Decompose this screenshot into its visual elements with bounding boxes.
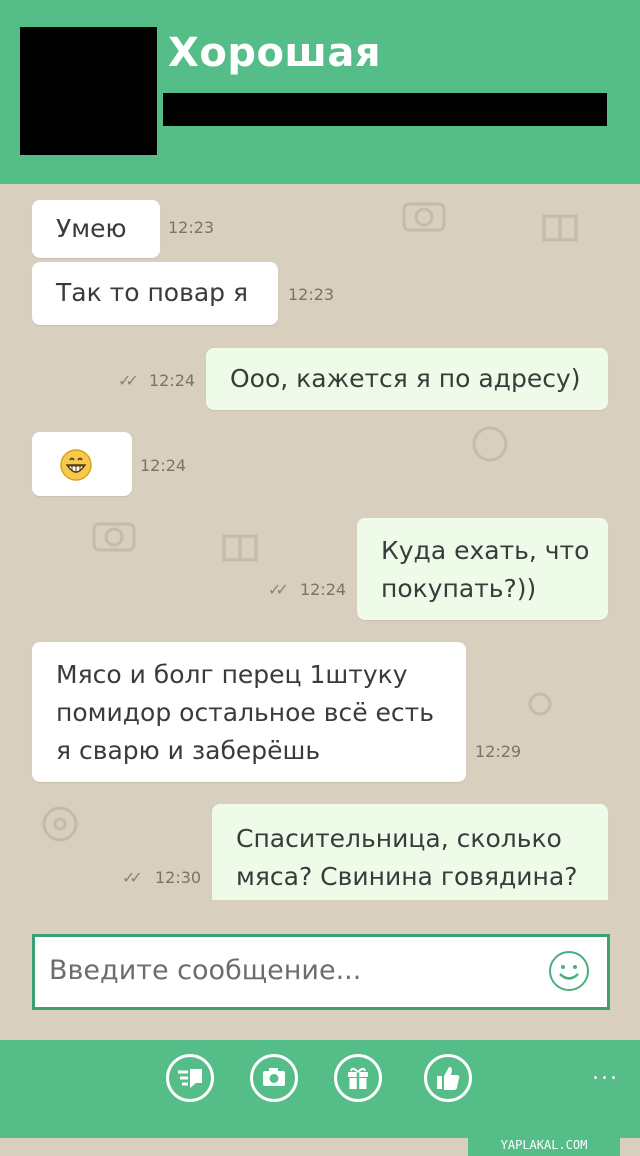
app-bar: ... YAPLAKAL.COM	[0, 1040, 640, 1156]
gift-icon[interactable]	[334, 1054, 382, 1102]
message-text: помидор остальное всё есть	[56, 698, 434, 727]
camera-doodle-icon-2	[92, 522, 136, 552]
message-text: Умею	[56, 214, 127, 243]
message-input-placeholder: Введите сообщение...	[49, 955, 362, 986]
thumbs-up-icon[interactable]	[424, 1054, 472, 1102]
message-incoming[interactable]: Умею	[32, 200, 160, 258]
message-text: мяса? Свинина говядина?	[236, 862, 578, 891]
message-incoming[interactable]: Так то повар я	[32, 262, 278, 325]
message-incoming[interactable]	[32, 432, 132, 496]
message-time: 12:23	[168, 218, 215, 237]
read-checkmarks-icon: ✓✓	[118, 371, 139, 390]
message-text: Так то повар я	[56, 278, 248, 307]
donut-doodle-icon	[42, 806, 78, 842]
message-list[interactable]: Умею 12:23 Так то повар я 12:23 ✓✓ 12:24…	[0, 184, 640, 900]
read-checkmarks-icon: ✓✓	[122, 868, 143, 887]
contact-status-redacted	[163, 93, 607, 126]
chat-header: Хорошая	[0, 0, 640, 184]
message-text: я сварю и заберёшь	[56, 736, 321, 765]
gift-doodle-icon	[542, 214, 578, 242]
message-input[interactable]: Введите сообщение...	[32, 934, 610, 1010]
smiley-doodle-icon	[472, 426, 508, 462]
message-time: 12:23	[288, 285, 335, 304]
avatar[interactable]	[20, 27, 157, 155]
gift-doodle-icon-2	[222, 534, 258, 562]
read-checkmarks-icon: ✓✓	[268, 580, 289, 599]
sun-doodle-icon	[528, 692, 552, 716]
message-text: Куда ехать, что	[381, 536, 590, 565]
camera-icon[interactable]	[250, 1054, 298, 1102]
contact-name[interactable]: Хорошая	[168, 30, 381, 76]
composer-area: Введите сообщение...	[0, 900, 640, 1040]
message-time: 12:29	[475, 742, 522, 761]
more-options-button[interactable]: ...	[592, 1060, 619, 1085]
camera-doodle-icon	[402, 202, 446, 232]
message-text: Мясо и болг перец 1штуку	[56, 660, 408, 689]
message-text: Спасительница, сколько	[236, 824, 562, 853]
message-time: 12:24	[149, 371, 196, 390]
message-incoming[interactable]: Мясо и болг перец 1штуку помидор остальн…	[32, 642, 466, 782]
grinning-face-icon	[60, 449, 92, 481]
message-text: покупать?))	[381, 574, 537, 603]
message-text: Ооо, кажется я по адресу)	[230, 364, 581, 393]
message-time: 12:24	[140, 456, 187, 475]
message-time: 12:30	[155, 868, 202, 887]
watermark: YAPLAKAL.COM	[468, 1138, 620, 1156]
message-time: 12:24	[300, 580, 347, 599]
send-icon[interactable]	[166, 1054, 214, 1102]
message-outgoing[interactable]: Куда ехать, что покупать?))	[357, 518, 608, 620]
emoji-icon[interactable]	[549, 951, 589, 991]
message-outgoing[interactable]: Спасительница, сколько мяса? Свинина гов…	[212, 804, 608, 900]
message-outgoing[interactable]: Ооо, кажется я по адресу)	[206, 348, 608, 410]
